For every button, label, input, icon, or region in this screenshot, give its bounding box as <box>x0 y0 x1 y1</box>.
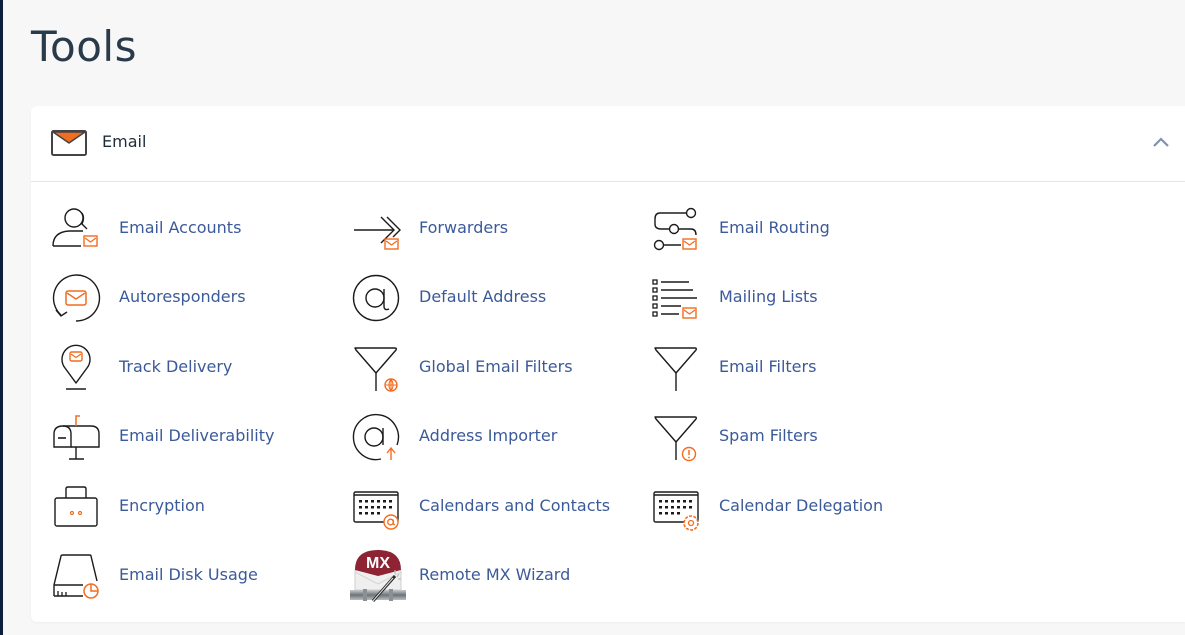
tool-label: Calendars and Contacts <box>419 496 611 515</box>
chevron-up-icon[interactable] <box>1151 134 1171 150</box>
at-import-icon <box>352 413 400 461</box>
tool-label: Mailing Lists <box>719 287 818 306</box>
disk-usage-icon <box>53 554 99 599</box>
page-title: Tools <box>31 22 137 71</box>
tool-label: Track Delivery <box>119 357 233 376</box>
mailing-list-icon <box>652 279 697 319</box>
user-mail-icon <box>52 208 98 247</box>
tool-label: Email Disk Usage <box>119 565 258 584</box>
email-section-header[interactable]: Email <box>31 106 1185 182</box>
section-title: Email <box>102 132 147 151</box>
tool-label: Remote MX Wizard <box>419 565 571 584</box>
tool-label: Spam Filters <box>719 426 818 445</box>
calendar-at-icon <box>353 491 399 530</box>
map-pin-mail-icon <box>61 344 91 390</box>
tool-label: Email Routing <box>719 218 830 237</box>
tool-label: Global Email Filters <box>419 357 573 376</box>
tool-label: Email Deliverability <box>119 426 275 445</box>
tool-label: Autoresponders <box>119 287 246 306</box>
forward-arrow-icon <box>354 216 401 250</box>
tool-label: Forwarders <box>419 218 509 237</box>
lock-icon <box>54 486 98 527</box>
funnel-globe-icon <box>354 347 398 392</box>
email-section-panel: Email Email Accounts Forwarders Email Ro… <box>31 106 1185 622</box>
sidebar-edge <box>0 0 3 635</box>
autoresponder-icon <box>52 274 101 322</box>
envelope-icon <box>51 130 87 156</box>
svg-text:MX: MX <box>366 555 390 572</box>
funnel-warning-icon <box>654 416 698 462</box>
calendar-gear-icon <box>653 491 699 531</box>
funnel-icon <box>654 347 698 391</box>
mx-wizard-icon: MX <box>350 549 406 602</box>
tool-label: Email Accounts <box>119 218 242 237</box>
tool-label: Address Importer <box>419 426 558 445</box>
mailbox-icon <box>53 415 100 460</box>
tool-label: Encryption <box>119 496 205 515</box>
tool-label: Default Address <box>419 287 547 306</box>
tool-label: Email Filters <box>719 357 817 376</box>
tool-label: Calendar Delegation <box>719 496 884 515</box>
at-sign-icon <box>352 274 400 322</box>
routing-icon <box>653 207 697 251</box>
